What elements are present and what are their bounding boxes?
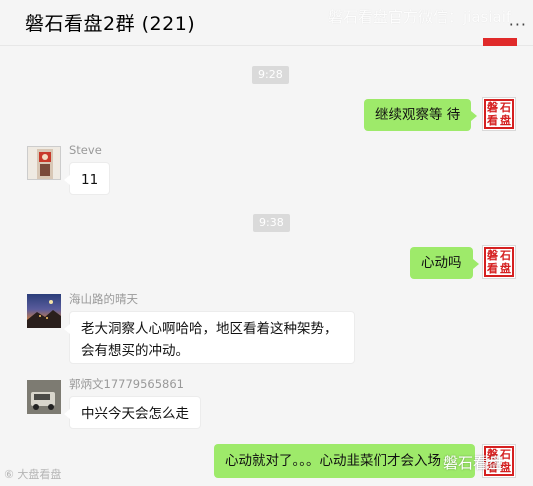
guobingwen-avatar[interactable] bbox=[27, 380, 61, 414]
message-bubble-self[interactable]: 心动吗 bbox=[410, 247, 478, 279]
message-bubble-self[interactable]: 继续观察等 待 bbox=[364, 99, 478, 131]
seal-logo: 磐石看盘 bbox=[484, 247, 514, 277]
night-scene-image bbox=[27, 300, 61, 328]
car-photo-image bbox=[27, 380, 61, 414]
more-dots-icon[interactable]: ··· bbox=[509, 15, 527, 34]
chat-window: 磐石看盘2群 (221) 磐石看盘官方微信：jiasiaif ··· 9:28 … bbox=[0, 0, 533, 486]
chat-header: 磐石看盘2群 (221) 磐石看盘官方微信：jiasiaif ··· bbox=[0, 0, 533, 46]
sender-name: 海山路的晴天 bbox=[69, 292, 138, 306]
seal-logo: 磐石看盘 bbox=[484, 99, 514, 129]
timestamp: 9:28 bbox=[252, 66, 289, 84]
steve-avatar-image bbox=[28, 147, 60, 179]
message-line: 老大洞察人心啊哈哈，地区看着这种架势， bbox=[81, 321, 338, 337]
watermark-bottom-left: ⑥ 大盘看盘 bbox=[4, 468, 62, 481]
chat-title: 磐石看盘2群 (221) bbox=[25, 13, 196, 35]
sender-name: 郭炳文17779565861 bbox=[69, 377, 184, 391]
message-bubble-other[interactable]: 老大洞察人心啊哈哈，地区看着这种架势， 会有想买的冲动。 bbox=[64, 311, 355, 364]
steve-avatar[interactable] bbox=[27, 146, 61, 180]
message-bubble-other[interactable]: 11 bbox=[63, 162, 111, 195]
avatar-edge bbox=[483, 38, 517, 46]
message-line: 会有想买的冲动。 bbox=[81, 343, 189, 359]
timestamp: 9:38 bbox=[253, 214, 290, 232]
self-avatar[interactable]: 磐石看盘 bbox=[482, 97, 516, 131]
self-avatar[interactable]: 磐石看盘 bbox=[482, 245, 516, 279]
watermark-bottom-right: 磐石看盘 bbox=[443, 454, 504, 472]
sender-name: Steve bbox=[69, 143, 102, 157]
haishanlu-avatar[interactable] bbox=[27, 294, 61, 328]
watermark-top: 磐石看盘官方微信：jiasiaif bbox=[328, 8, 512, 26]
message-bubble-other[interactable]: 中兴今天会怎么走 bbox=[64, 396, 201, 429]
message-bubble-self[interactable]: 心动就对了。。。心动韭菜们才会入场 bbox=[214, 444, 475, 478]
